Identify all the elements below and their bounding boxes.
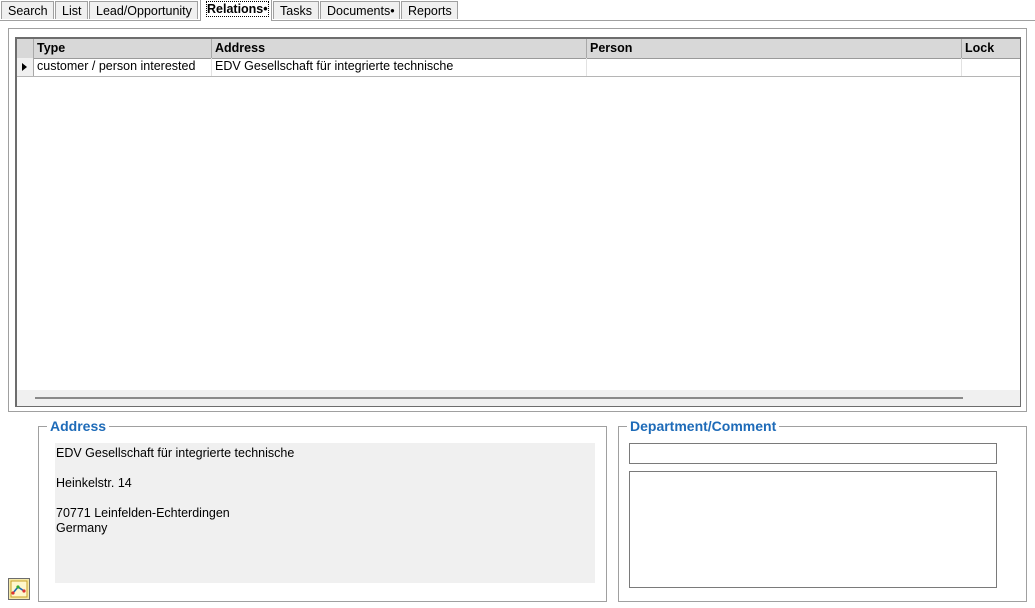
cell-type[interactable]: customer / person interested <box>34 58 212 76</box>
address-display: EDV Gesellschaft für integrierte technis… <box>55 443 595 583</box>
relations-grid[interactable]: Type Address Person Lock customer / pers… <box>15 37 1021 407</box>
column-header-type[interactable]: Type <box>34 39 212 58</box>
tab-relations[interactable]: Relations• <box>200 0 272 21</box>
department-comment-group: Department/Comment <box>618 418 1027 602</box>
tab-label: Reports <box>408 4 452 18</box>
tab-list[interactable]: List <box>55 1 88 19</box>
tab-tasks[interactable]: Tasks <box>273 1 319 19</box>
relation-button[interactable] <box>8 578 30 600</box>
tab-label: Documents• <box>327 4 395 18</box>
horizontal-scrollbar[interactable] <box>17 390 1020 406</box>
address-group-title: Address <box>47 418 110 434</box>
cell-person[interactable] <box>587 58 962 76</box>
row-selector-header <box>17 39 34 58</box>
column-header-person[interactable]: Person <box>587 39 962 58</box>
address-group: Address EDV Gesellschaft für integrierte… <box>38 418 607 602</box>
relation-diagram-icon <box>10 580 28 598</box>
tab-search[interactable]: Search <box>1 1 54 19</box>
table-row[interactable]: customer / person interested EDV Gesells… <box>17 58 1020 77</box>
row-pointer-icon <box>22 63 27 71</box>
comment-field[interactable] <box>629 471 997 588</box>
tab-label: Tasks <box>280 4 312 18</box>
grid-header: Type Address Person Lock <box>17 39 1020 59</box>
tab-label: Search <box>8 4 48 18</box>
tab-label: Lead/Opportunity <box>96 4 192 18</box>
tab-bar: Search List Lead/Opportunity Relations• … <box>0 0 1035 21</box>
cell-address[interactable]: EDV Gesellschaft für integrierte technis… <box>212 58 587 76</box>
cell-lock[interactable] <box>962 58 1020 76</box>
tab-documents[interactable]: Documents• <box>320 1 400 19</box>
department-field[interactable] <box>629 443 997 464</box>
column-header-lock[interactable]: Lock <box>962 39 1020 58</box>
row-selector[interactable] <box>17 58 34 76</box>
scrollbar-thumb[interactable] <box>35 397 963 399</box>
column-header-address[interactable]: Address <box>212 39 587 58</box>
tab-label: List <box>62 4 82 18</box>
tab-lead-opportunity[interactable]: Lead/Opportunity <box>89 1 198 19</box>
tab-label: Relations• <box>206 1 269 17</box>
department-comment-title: Department/Comment <box>627 418 780 434</box>
tab-reports[interactable]: Reports <box>401 1 458 19</box>
relations-panel: Type Address Person Lock customer / pers… <box>8 28 1027 412</box>
